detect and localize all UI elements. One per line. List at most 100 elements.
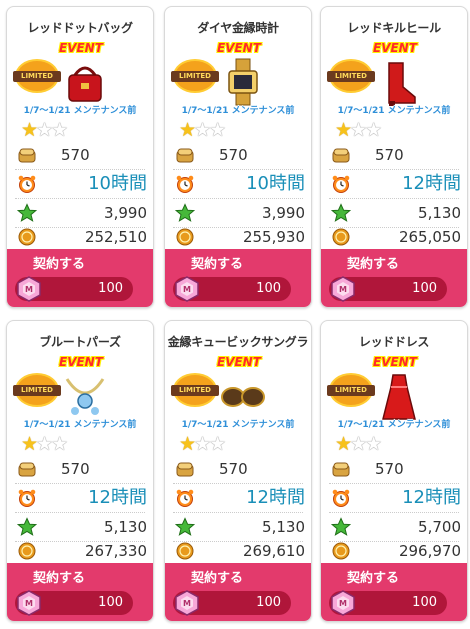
row-divider [173, 483, 303, 484]
pink-gem-icon: M [173, 589, 201, 617]
gold-watch-image [219, 57, 267, 107]
bread-icon [175, 145, 195, 165]
exp-reward-row: 3,990 [173, 201, 307, 225]
alarm-clock-icon [17, 488, 37, 508]
item-image-area: LIMITED EVENT 1/7～1/21 メンテナンス前 [327, 37, 461, 119]
limited-label: LIMITED [171, 71, 219, 82]
item-name: レッドドットバッグ [27, 21, 133, 35]
coin-reward-value: 255,930 [242, 228, 305, 246]
coin-reward-row: 252,510 [15, 225, 149, 249]
item-grid: レッドドットバッグ LIMITED EVENT 1/7～1/21 メンテナンス前 ★★★… [0, 0, 470, 629]
gem-cost-bar: M 100 [329, 276, 447, 302]
star-empty-icon: ★ [365, 433, 383, 455]
gem-cost-value: 100 [256, 595, 281, 610]
contract-label: 契約する [32, 257, 85, 272]
rarity-stars: ★★★ [21, 433, 69, 455]
item-name: ブルートパーズ [39, 335, 121, 349]
coin-reward-row: 267,330 [15, 539, 149, 563]
item-name: ダイヤ金縁時計 [197, 21, 279, 35]
coin-icon [175, 227, 195, 247]
star-empty-icon: ★ [365, 119, 383, 141]
limited-label: LIMITED [13, 385, 61, 396]
coin-icon [17, 227, 37, 247]
maintenance-notice: 1/7～1/21 メンテナンス前 [337, 106, 451, 116]
alarm-clock-icon [17, 174, 37, 194]
green-star-icon [174, 203, 196, 223]
exp-reward-value: 5,700 [418, 518, 461, 536]
bread-cost-row: 570 [329, 457, 463, 481]
star-empty-icon: ★ [51, 119, 69, 141]
pink-gem-icon: M [329, 589, 357, 617]
gem-cost-bar: M 100 [15, 590, 133, 616]
bread-icon [331, 145, 351, 165]
row-divider [329, 483, 459, 484]
item-card[interactable]: レッドキルヒール LIMITED EVENT 1/7～1/21 メンテナンス前 ★★★ 5… [320, 6, 468, 308]
coin-reward-value: 252,510 [84, 228, 147, 246]
limited-label: LIMITED [327, 71, 375, 82]
contract-button[interactable]: 契約する M 100 [165, 563, 311, 621]
item-card[interactable]: ブルートパーズ LIMITED EVENT 1/7～1/21 メンテナンス前 ★★★ 57… [6, 320, 154, 622]
item-image-area: LIMITED EVENT 1/7～1/21 メンテナンス前 [327, 351, 461, 433]
svg-text:M: M [25, 599, 33, 608]
contract-label: 契約する [346, 257, 399, 272]
row-divider [173, 198, 303, 199]
maintenance-notice: 1/7～1/21 メンテナンス前 [337, 420, 451, 430]
bread-cost-value: 570 [61, 146, 90, 164]
bread-cost-value: 570 [375, 460, 404, 478]
bread-icon [17, 145, 37, 165]
svg-text:M: M [183, 599, 191, 608]
rarity-stars: ★★★ [179, 433, 227, 455]
maintenance-notice: 1/7～1/21 メンテナンス前 [181, 420, 295, 430]
alarm-clock-icon [331, 174, 351, 194]
svg-text:M: M [339, 285, 347, 294]
contract-button[interactable]: 契約する M 100 [7, 563, 153, 621]
alarm-clock-icon [175, 488, 195, 508]
star-empty-icon: ★ [209, 433, 227, 455]
contract-button[interactable]: 契約する M 100 [7, 249, 153, 307]
duration-row: 12時間 [173, 486, 307, 510]
star-empty-icon: ★ [51, 433, 69, 455]
coin-icon [17, 541, 37, 561]
item-name: 金縁キュービックサングラ [167, 335, 309, 349]
item-card[interactable]: ダイヤ金縁時計 LIMITED EVENT 1/7～1/21 メンテナンス前 ★★★ 57… [164, 6, 312, 308]
row-divider [329, 512, 459, 513]
contract-button[interactable]: 契約する M 100 [321, 563, 467, 621]
item-card[interactable]: 金縁キュービックサングラ LIMITED EVENT 1/7～1/21 メンテナンス前… [164, 320, 312, 622]
exp-reward-value: 5,130 [104, 518, 147, 536]
limited-badge: LIMITED [327, 61, 375, 91]
maintenance-notice: 1/7～1/21 メンテナンス前 [23, 420, 137, 430]
duration-value: 12時間 [402, 173, 461, 194]
duration-row: 12時間 [329, 486, 463, 510]
coin-reward-row: 255,930 [173, 225, 307, 249]
limited-badge: LIMITED [13, 375, 61, 405]
coin-reward-value: 269,610 [242, 542, 305, 560]
contract-button[interactable]: 契約する M 100 [321, 249, 467, 307]
limited-badge: LIMITED [171, 61, 219, 91]
exp-reward-row: 5,130 [329, 201, 463, 225]
green-star-icon [174, 517, 196, 537]
exp-reward-row: 3,990 [15, 201, 149, 225]
exp-reward-value: 5,130 [418, 204, 461, 222]
row-divider [173, 169, 303, 170]
coin-reward-value: 267,330 [84, 542, 147, 560]
svg-text:M: M [25, 285, 33, 294]
pink-gem-icon: M [173, 275, 201, 303]
duration-row: 10時間 [173, 172, 307, 196]
item-card[interactable]: レッドドレス LIMITED EVENT 1/7～1/21 メンテナンス前 ★★★ 570… [320, 320, 468, 622]
item-card[interactable]: レッドドットバッグ LIMITED EVENT 1/7～1/21 メンテナンス前 ★★★… [6, 6, 154, 308]
gem-cost-bar: M 100 [329, 589, 447, 617]
exp-reward-value: 3,990 [104, 204, 147, 222]
item-name: レッドドレス [358, 335, 430, 349]
rarity-stars: ★★★ [21, 119, 69, 141]
contract-button[interactable]: 契約する M 100 [165, 249, 311, 307]
exp-reward-row: 5,700 [329, 515, 463, 539]
duration-value: 10時間 [246, 173, 305, 194]
bread-cost-row: 570 [15, 143, 149, 167]
exp-reward-row: 5,130 [173, 515, 307, 539]
bread-cost-value: 570 [219, 146, 248, 164]
svg-text:M: M [183, 285, 191, 294]
gem-cost-value: 100 [98, 281, 123, 296]
row-divider [15, 483, 145, 484]
svg-text:M: M [339, 599, 347, 608]
event-label: EVENT [217, 355, 261, 369]
